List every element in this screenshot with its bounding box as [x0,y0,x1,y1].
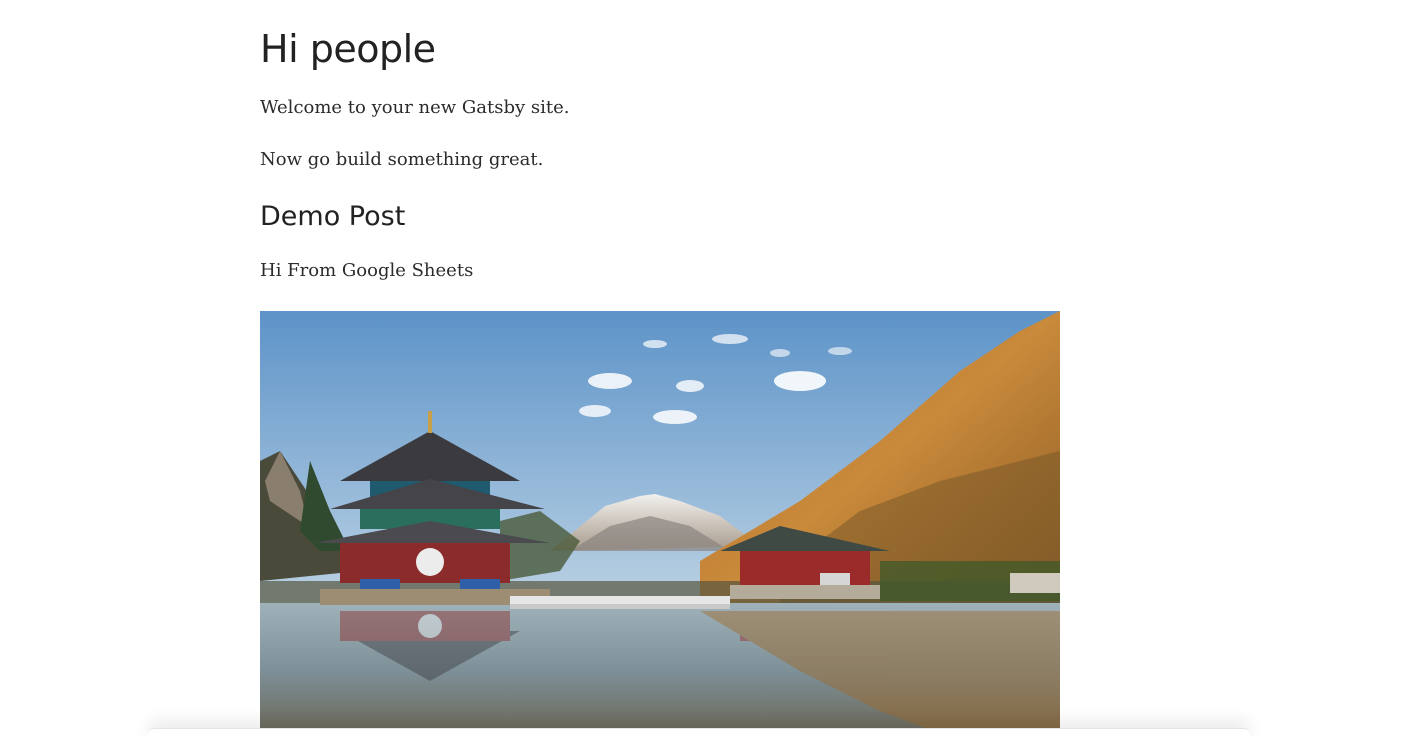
bottom-panel-edge [148,728,1250,736]
post-image [260,311,1060,736]
post-title: Demo Post [260,201,406,232]
post-body: Hi From Google Sheets [260,260,474,281]
page-title: Hi people [260,27,436,71]
intro-paragraph-build: Now go build something great. [260,149,544,170]
intro-paragraph-welcome: Welcome to your new Gatsby site. [260,97,570,118]
page: Hi people Welcome to your new Gatsby sit… [0,0,1419,736]
